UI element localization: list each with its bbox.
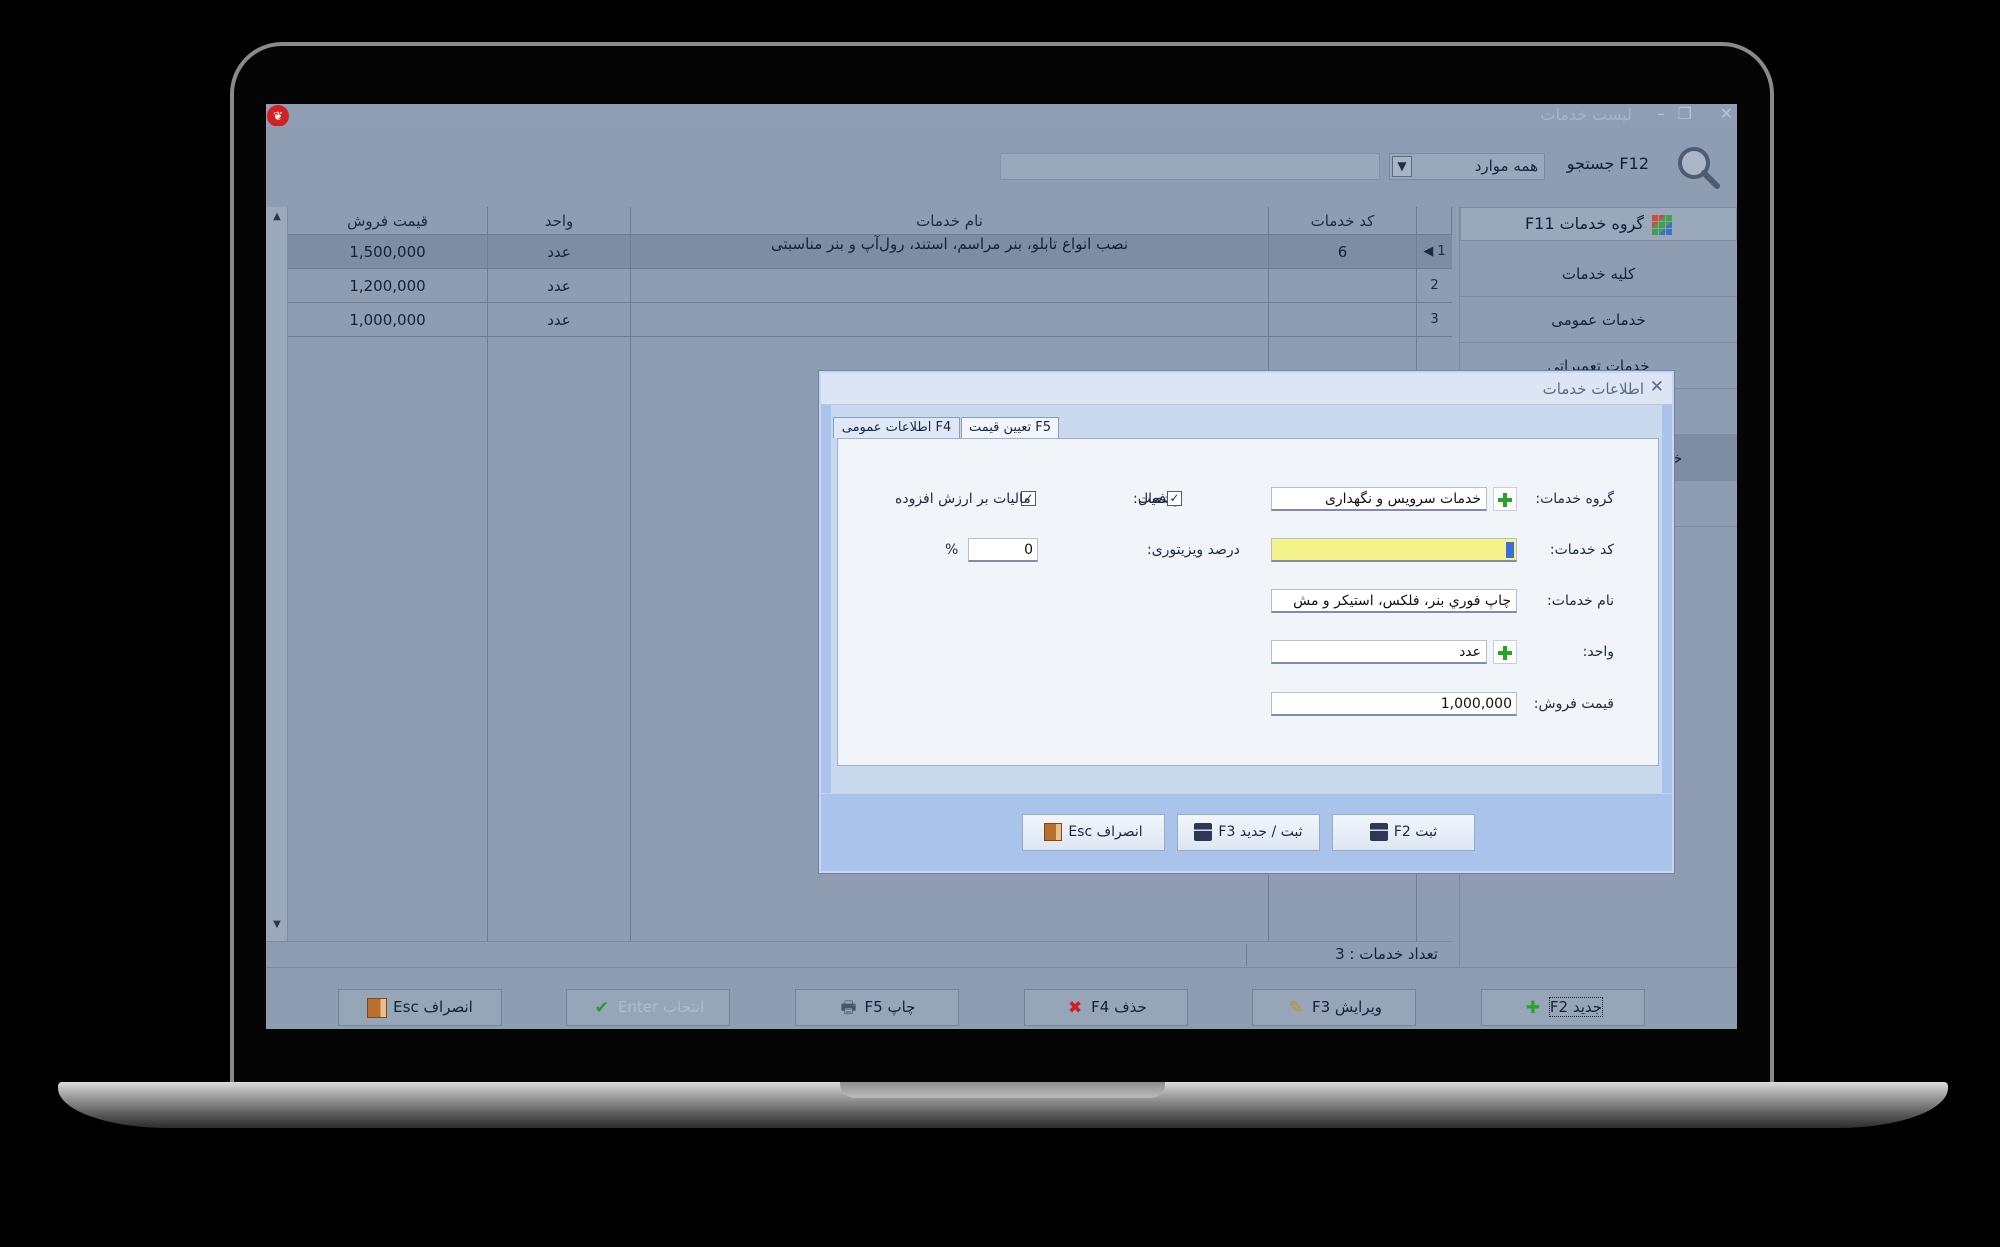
save-icon [1369,823,1388,841]
column-header-name[interactable]: نام خدمات [631,207,1269,235]
text-cursor [1506,542,1514,558]
window-title: لیست خدمات [1540,105,1632,124]
price-field[interactable]: 1,000,000 [1271,692,1517,716]
app-logo-icon: ❦ [267,105,289,127]
plus-icon: ✚ [1525,997,1541,1018]
services-count: تعداد خدمات : 3 [1335,945,1438,963]
laptop-notch [840,1082,1165,1098]
column-header-unit[interactable]: واحد [488,207,631,235]
service-groups-header[interactable]: گروه خدمات F11 [1460,207,1737,241]
table-scrollbar[interactable]: ▲ ▼ [266,207,288,941]
edit-button[interactable]: ویرایش F3✎ [1252,989,1416,1026]
active-label: فعال [1138,491,1166,507]
visitor-percent-field[interactable]: 0 [968,538,1038,562]
sidebar-item-all-services[interactable]: کلیه خدمات [1460,251,1737,297]
search-bar: جستجو F12 همه موارد ▼ [266,126,1737,206]
unit-label: واحد: [1582,644,1614,660]
dialog-cancel-button[interactable]: انصراف Esc [1022,814,1165,851]
unit-field[interactable]: عدد [1271,640,1487,664]
grid-icon [1652,214,1673,235]
active-checkbox[interactable]: ✓ [1167,491,1182,506]
window-titlebar: ❦ لیست خدمات ❐ – ✕ [266,104,1737,127]
dialog-footer: ثبت F2 ثبت / جدید F3 انصراف Esc [821,793,1672,871]
check-icon: ✔ [594,997,609,1018]
restore-icon[interactable]: ❐ [1678,104,1692,123]
search-label: جستجو F12 [1566,154,1649,173]
app-window: ❦ لیست خدمات ❐ – ✕ جستجو F12 همه موارد ▼… [266,104,1737,1029]
printer-icon: 🖶 [840,997,857,1018]
save-and-new-button[interactable]: ثبت / جدید F3 [1177,814,1320,851]
tab-pricing[interactable]: تعیین قیمت F5 [961,417,1059,438]
close-icon[interactable]: ✕ [1720,104,1733,123]
scroll-down-icon[interactable]: ▼ [268,919,286,937]
scroll-up-icon[interactable]: ▲ [268,211,286,229]
visitor-percent-label: درصد ویزیتوری: [1147,542,1240,558]
service-info-dialog: ✕ اطلاعات خدمات تعیین قیمت F5 اطلاعات عم… [819,371,1674,873]
name-field[interactable]: چاپ فوري بنر، فلکس، استيکر و مش [1271,589,1517,613]
name-label: نام خدمات: [1547,593,1614,609]
row-pointer-icon: ◀ [1423,244,1434,259]
new-button[interactable]: جدید F2✚ [1481,989,1645,1026]
column-header-rownum [1417,207,1452,235]
sidebar-item-general-services[interactable]: خدمات عمومی [1460,297,1737,343]
tab-general-info[interactable]: اطلاعات عمومی F4 [833,417,960,438]
status-bar: تعداد خدمات : 3 [266,941,1452,967]
exit-door-icon [367,997,388,1018]
price-label: قیمت فروش: [1533,696,1614,712]
add-group-button[interactable] [1493,487,1517,511]
search-filter-select[interactable]: همه موارد ▼ [1389,153,1545,180]
dialog-titlebar: ✕ اطلاعات خدمات [821,373,1672,405]
cancel-button[interactable]: انصراف Esc [338,989,502,1026]
chevron-down-icon[interactable]: ▼ [1392,156,1412,177]
column-header-price[interactable]: قیمت فروش [288,207,488,235]
group-label: گروه خدمات: [1535,491,1614,507]
percent-sign: % [945,542,959,558]
delete-x-icon: ✖ [1068,997,1083,1018]
bottom-toolbar: جدید F2✚ ویرایش F3✎ حذف F4✖ چاپ F5🖶 انتخ… [266,967,1737,1029]
dialog-body: تعیین قیمت F5 اطلاعات عمومی F4 گروه خدما… [831,405,1662,793]
save-multiple-icon [1194,823,1213,841]
minimize-icon[interactable]: – [1657,104,1665,123]
vat-label: مالیات بر ارزش افزوده [895,491,1031,507]
add-unit-button[interactable] [1493,640,1517,664]
code-label: کد خدمات: [1549,542,1614,558]
search-icon[interactable] [1675,144,1721,190]
select-button[interactable]: انتخاب Enter✔ [566,989,730,1026]
group-field[interactable]: خدمات سرویس و نگهداری [1271,487,1487,511]
close-icon[interactable]: ✕ [1650,377,1664,397]
dialog-title: اطلاعات خدمات [1542,380,1644,398]
pencil-icon: ✎ [1288,997,1304,1018]
save-button[interactable]: ثبت F2 [1332,814,1475,851]
print-button[interactable]: چاپ F5🖶 [795,989,959,1026]
exit-door-icon [1044,823,1063,841]
code-field[interactable] [1271,538,1517,562]
column-header-code[interactable]: کد خدمات [1269,207,1417,235]
delete-button[interactable]: حذف F4✖ [1024,989,1188,1026]
tab-panel: گروه خدمات: خدمات سرویس و نگهداری کد خدم… [837,438,1659,766]
search-input[interactable] [1000,153,1380,180]
